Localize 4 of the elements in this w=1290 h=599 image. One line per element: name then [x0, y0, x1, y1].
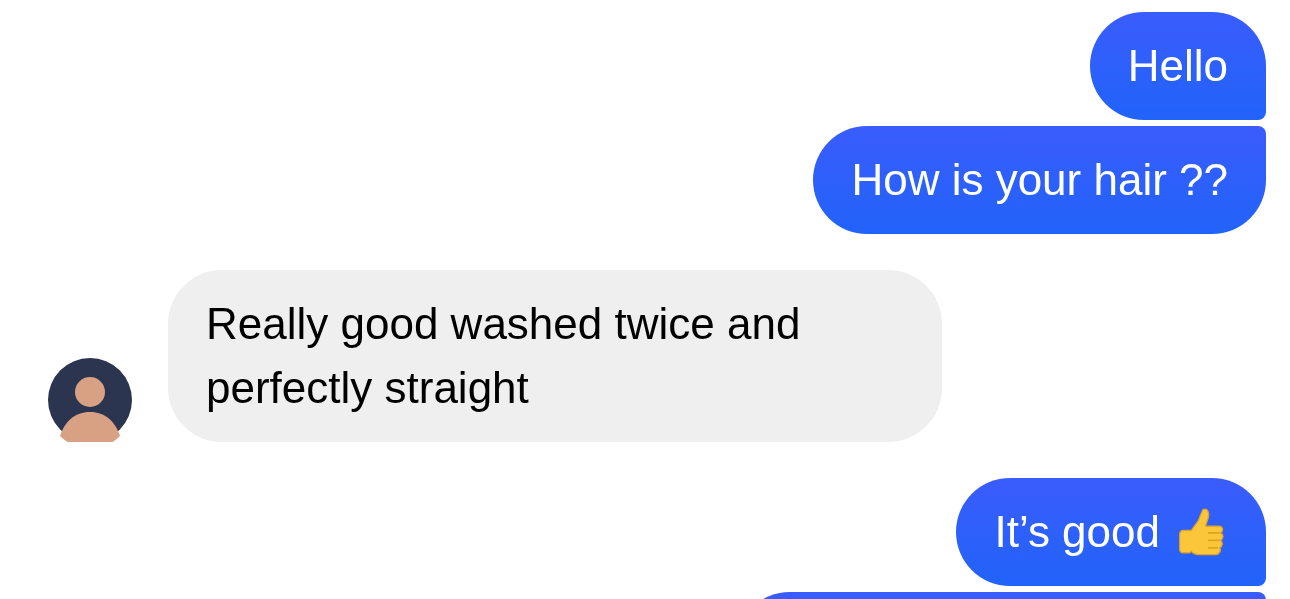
message-text: Hello: [1127, 40, 1228, 92]
message-text: Really good washed twice and perfectly straight: [206, 298, 802, 414]
message-text: It’s good: [994, 506, 1160, 558]
message-text: How is your hair ??: [851, 154, 1228, 206]
